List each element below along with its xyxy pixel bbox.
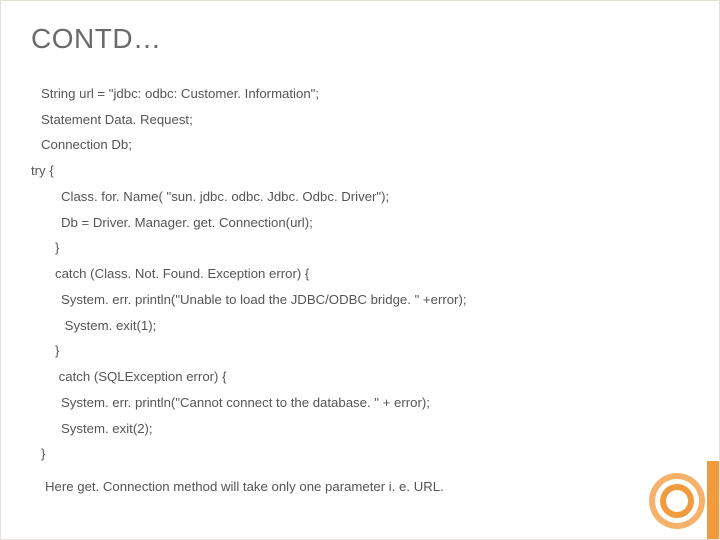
code-line: System. exit(2); <box>31 416 689 442</box>
code-line: } <box>31 235 689 261</box>
code-line: Statement Data. Request; <box>31 107 689 133</box>
corner-decoration-icon <box>649 473 705 529</box>
code-line: try { <box>31 158 689 184</box>
code-line: String url = "jdbc: odbc: Customer. Info… <box>31 81 689 107</box>
accent-side-bar <box>707 461 719 539</box>
code-line: } <box>31 338 689 364</box>
code-line: System. err. println("Cannot connect to … <box>31 390 689 416</box>
code-line: } <box>31 441 689 467</box>
code-line: catch (SQLException error) { <box>31 364 689 390</box>
code-line: Class. for. Name( "sun. jdbc. odbc. Jdbc… <box>31 184 689 210</box>
code-line: Connection Db; <box>31 132 689 158</box>
code-line: System. err. println("Unable to load the… <box>31 287 689 313</box>
title-first-letter: CONTD… <box>31 23 162 54</box>
footer-note: Here get. Connection method will take on… <box>31 479 689 494</box>
code-line: System. exit(1); <box>31 313 689 339</box>
slide: CONTD… String url = "jdbc: odbc: Custome… <box>1 1 719 539</box>
code-block: String url = "jdbc: odbc: Customer. Info… <box>31 81 689 467</box>
code-line: Db = Driver. Manager. get. Connection(ur… <box>31 210 689 236</box>
code-line: catch (Class. Not. Found. Exception erro… <box>31 261 689 287</box>
slide-title: CONTD… <box>31 23 689 55</box>
